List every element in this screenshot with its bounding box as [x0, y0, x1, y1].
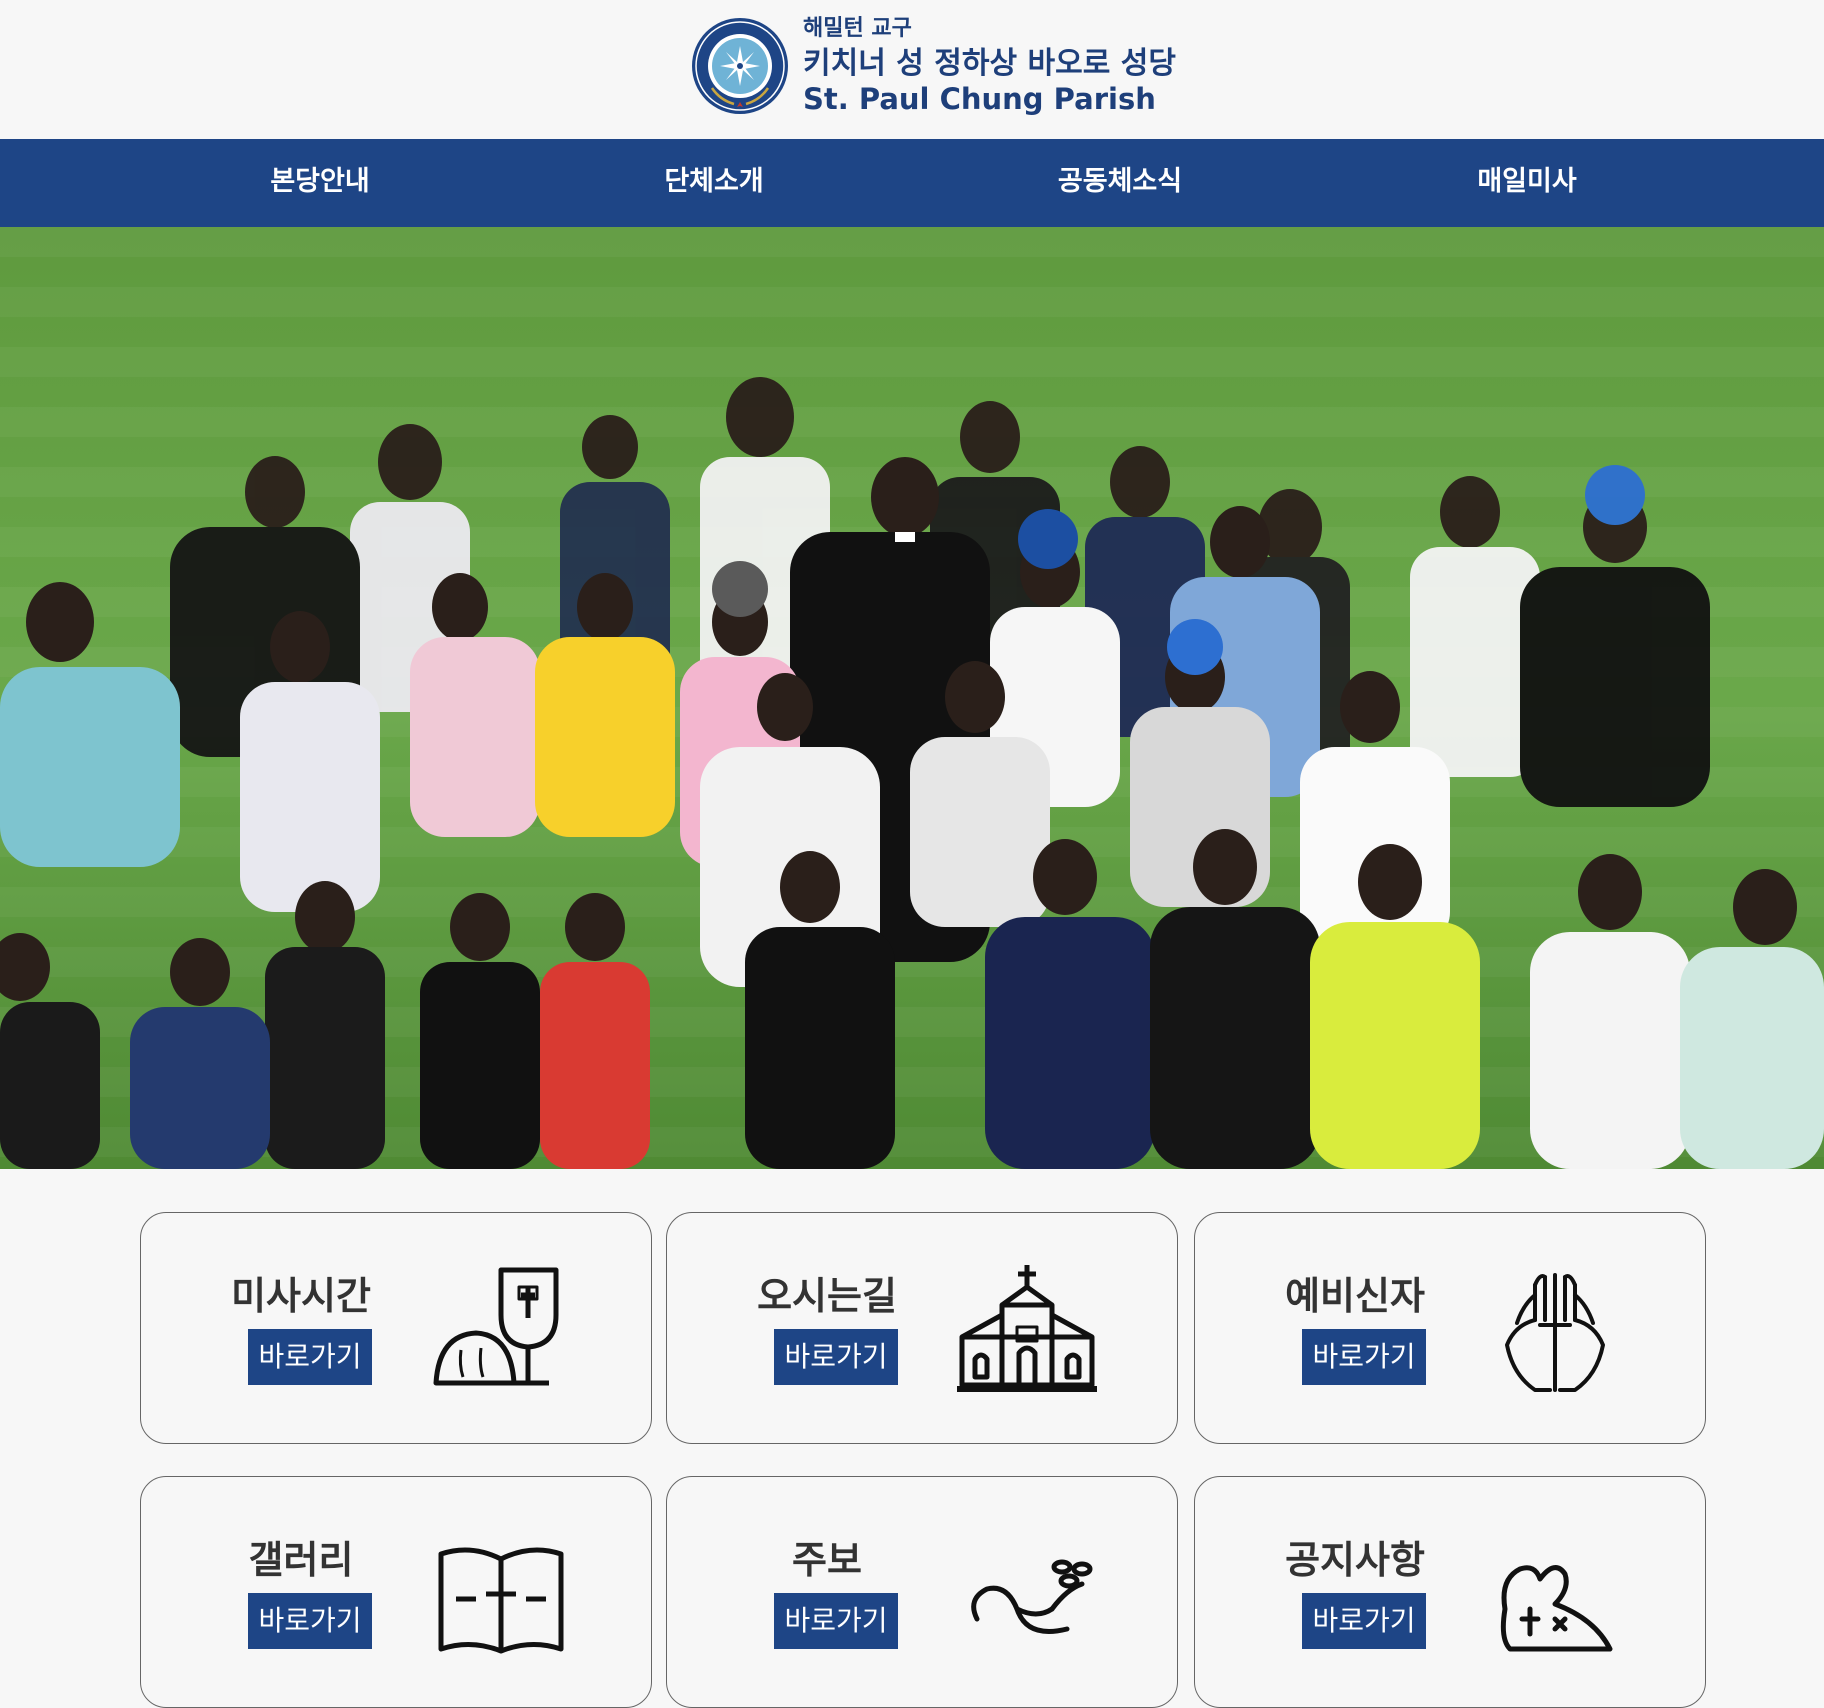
mass-times-go-button[interactable]: 바로가기 [248, 1329, 372, 1385]
home-logo-link[interactable]: 해밀턴 교구 키치너 성 정하상 바오로 성당 St. Paul Chung P… [690, 14, 1176, 118]
catechumens-go-button[interactable]: 바로가기 [1302, 1329, 1426, 1385]
announcement-icon [1500, 1565, 1613, 1652]
card-catechumens[interactable]: 예비신자 바로가기 [1194, 1212, 1706, 1444]
open-bible-icon [438, 1547, 564, 1654]
diocese-label: 해밀턴 교구 [803, 16, 912, 41]
brand-text: 해밀턴 교구 키치너 성 정하상 바오로 성당 St. Paul Chung P… [803, 14, 1176, 116]
main-navigation: 본당안내 단체소개 공동체소식 매일미사 [0, 139, 1824, 227]
parish-name-korean: 키치너 성 정하상 바오로 성당 [803, 46, 1176, 81]
card-title: 미사시간 [231, 1274, 371, 1318]
parish-name-english: St. Paul Chung Parish [803, 82, 1156, 116]
praying-hands-cross-icon [1505, 1273, 1605, 1392]
card-mass-times[interactable]: 미사시간 바로가기 [140, 1212, 652, 1444]
card-title: 공지사항 [1285, 1538, 1425, 1582]
nav-item-daily-mass[interactable]: 매일미사 [1407, 139, 1647, 227]
nav-item-about[interactable]: 본당안내 [200, 139, 440, 227]
card-notices[interactable]: 공지사항 바로가기 [1194, 1476, 1706, 1708]
chalice-bread-icon [433, 1267, 559, 1386]
directions-go-button[interactable]: 바로가기 [774, 1329, 898, 1385]
nav-item-groups[interactable]: 단체소개 [594, 139, 834, 227]
site-header: 해밀턴 교구 키치너 성 정하상 바오로 성당 St. Paul Chung P… [0, 0, 1824, 139]
card-title: 오시는길 [757, 1274, 897, 1318]
hero-photo [0, 227, 1824, 1169]
card-title: 주보 [792, 1538, 862, 1582]
church-icon [957, 1265, 1097, 1392]
card-title: 갤러리 [248, 1538, 354, 1582]
notices-go-button[interactable]: 바로가기 [1302, 1593, 1426, 1649]
nav-item-community-news[interactable]: 공동체소식 [1000, 139, 1240, 227]
card-gallery[interactable]: 갤러리 바로가기 [140, 1476, 652, 1708]
gallery-go-button[interactable]: 바로가기 [248, 1593, 372, 1649]
group-photo-image [0, 227, 1824, 1169]
dove-olive-branch-icon [971, 1559, 1093, 1634]
card-title: 예비신자 [1285, 1274, 1425, 1318]
card-bulletin[interactable]: 주보 바로가기 [666, 1476, 1178, 1708]
bulletin-go-button[interactable]: 바로가기 [774, 1593, 898, 1649]
card-directions[interactable]: 오시는길 바로가기 [666, 1212, 1178, 1444]
parish-logo [692, 18, 788, 114]
